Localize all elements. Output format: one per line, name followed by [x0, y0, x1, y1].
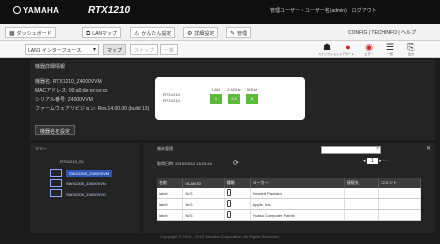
export-icon: ⎘ — [407, 42, 415, 52]
serial-number-line: シリアル番号: Z4000VVM — [35, 97, 93, 103]
terminal-table: 名前 VLAN ID 種類 メーカー 接続先 コメント label N/G He… — [157, 178, 422, 221]
phone-icon — [226, 211, 231, 218]
tab-easy-setup[interactable]: ⚠ かんたん設定 — [130, 27, 176, 38]
device-info-panel: 機器詳細情報 機器名: RTX1210_Z4000VVM MACアドレス: 00… — [30, 60, 435, 140]
chevron-down-icon: ▾ — [92, 47, 96, 53]
port-lan-indicator: 1 — [210, 94, 222, 104]
clear-icon[interactable]: × — [376, 146, 379, 152]
gear-icon: ⚙ — [187, 31, 193, 37]
lan-map-icon: ⧉ — [86, 31, 91, 37]
monitor-icon — [50, 179, 62, 187]
main-tabs: ▦ ダッシュボード ⧉ LANマップ ⚠ かんたん設定 ⚙ 詳細設定 ✎ 管理 CONFI… — [0, 24, 440, 41]
top-bar: YAMAHA RTX1210 管理ユーザー・ユーザー名(admin) ログアウト — [0, 0, 440, 24]
error-icon: ◉ — [365, 42, 373, 52]
tree-item[interactable]: SWX2200_Z4000VVN — [66, 181, 106, 186]
tree-item[interactable]: SWX2200_Z4000VVO — [66, 192, 106, 197]
device-panel-title: 機器詳細情報 — [35, 64, 66, 70]
user-links[interactable]: 管理ユーザー・ユーザー名(admin) ログアウト — [270, 7, 377, 14]
column-header[interactable]: 接続先 — [344, 178, 379, 188]
monitor-icon — [50, 189, 62, 197]
port-lan[interactable]: LAN 1 — [209, 87, 223, 104]
list-title: 端末管理 — [157, 146, 173, 151]
refresh-icon[interactable]: ⟳ — [233, 159, 239, 167]
tree-title: ツリー — [35, 146, 47, 151]
close-icon[interactable]: ✕ — [426, 145, 431, 152]
error-button[interactable]: ◉ エラー — [360, 42, 378, 56]
export-button[interactable]: ⎘ 出力 — [402, 42, 420, 56]
snapshot-button[interactable]: ☗ スナップショット — [318, 42, 342, 56]
alert-button[interactable]: ● アラート — [339, 42, 357, 56]
column-header[interactable]: メーカー — [250, 178, 345, 188]
port-5ghz[interactable]: 5GHz 5 — [245, 87, 259, 104]
model-name: RTX1210 — [88, 5, 131, 16]
prev-page-icon[interactable]: ◂ — [363, 158, 366, 164]
port-24ghz[interactable]: 2.4GHz 2.4 — [227, 87, 241, 104]
next-page-icon[interactable]: ▸ — [379, 158, 382, 164]
device-name-line: 機器名: RTX1210_Z4000VVM — [35, 79, 102, 85]
easy-setup-icon: ⚠ — [134, 31, 140, 37]
alert-icon: ● — [345, 42, 351, 52]
dashboard-icon: ▦ — [9, 31, 15, 37]
device-card-model: RTX1210 — [163, 98, 180, 103]
lan-map-toolbar: LAN1 インターフェース ▾ マップ スナップ 一覧 ☗ スナップショット ●… — [0, 41, 440, 58]
column-header[interactable]: VLAN ID — [182, 178, 225, 188]
table-row[interactable]: label N/G Hewlett Packard — [157, 188, 422, 199]
column-header[interactable]: コメント — [378, 178, 422, 188]
tab-dashboard[interactable]: ▦ ダッシュボード — [5, 27, 56, 38]
tool-icon: ✎ — [230, 31, 236, 37]
tree-panel: ツリー RTX1210_S1 SWX2200_Z4000VVM SWX2200_… — [30, 143, 140, 233]
list-icon: ☰ — [385, 42, 395, 52]
list-button[interactable]: ☰ 一覧 — [381, 42, 399, 56]
view-snapshot-button[interactable]: スナップ — [130, 44, 159, 55]
config-links[interactable]: CONFIG | TECHINFO | ヘルプ — [348, 29, 416, 36]
tree-root[interactable]: RTX1210_S1 — [60, 159, 84, 164]
updated-time: 取得日時: 2015/03/12 15:23:44 — [157, 161, 212, 166]
table-row[interactable]: label N/G Yuasa Computer Fabrik — [157, 209, 422, 221]
tree-item-selected[interactable]: SWX2200_Z4000VVM — [66, 170, 113, 177]
tab-advanced[interactable]: ⚙ 詳細設定 — [183, 27, 219, 38]
phone-icon — [226, 189, 231, 196]
port-24ghz-indicator: 2.4 — [228, 94, 240, 104]
search-input[interactable]: × — [321, 146, 381, 154]
device-card-name: RTX1210 — [163, 92, 180, 97]
table-row[interactable]: label N/G Apple, Inc. — [157, 198, 422, 210]
terminal-list-panel: 端末管理 × ✕ 取得日時: 2015/03/12 15:23:44 ⟳ ◂ 1… — [143, 143, 435, 233]
tab-management[interactable]: ✎ 管理 — [226, 27, 252, 38]
view-list-button[interactable]: 一覧 — [160, 44, 179, 55]
phone-icon — [226, 200, 231, 207]
column-header[interactable]: 種類 — [224, 178, 251, 188]
tab-lan-map[interactable]: ⧉ LANマップ — [82, 27, 122, 38]
firmware-line: ファームウェアリビジョン: Rev.14.00.00 (build 13) — [35, 106, 150, 112]
brand-name: YAMAHA — [23, 6, 60, 15]
more-icon[interactable]: ⋯ — [383, 158, 388, 164]
device-card[interactable]: RTX1210 RTX1210 LAN 1 2.4GHz 2.4 5GHz 5 — [155, 77, 305, 120]
port-5ghz-indicator: 5 — [246, 94, 258, 104]
mac-address-line: MACアドレス: 00:a0:de:xx:xx:xx — [35, 88, 108, 94]
brand-logo: YAMAHA — [13, 6, 59, 15]
set-device-name-button[interactable]: 機器名を設定 — [35, 125, 76, 135]
footer: Copyright © 2014 - 2015 Yamaha Corporati… — [160, 234, 280, 239]
monitor-icon — [50, 169, 62, 177]
snapshot-icon: ☗ — [322, 42, 332, 52]
view-map-button[interactable]: マップ — [103, 44, 127, 55]
column-header[interactable]: 名前 — [157, 178, 184, 188]
current-page: 1 — [366, 158, 378, 164]
interface-select[interactable]: LAN1 インターフェース ▾ — [25, 44, 99, 55]
yamaha-logo-icon — [13, 6, 21, 14]
pagination[interactable]: ◂ 1 ▸ ⋯ — [363, 158, 388, 164]
